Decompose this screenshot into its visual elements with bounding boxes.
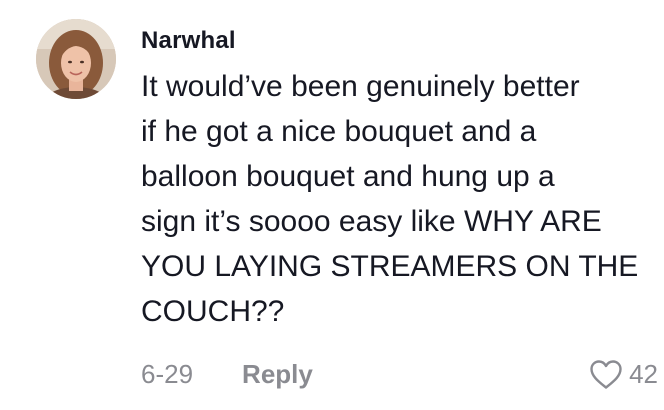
comment-text-line: if he got a nice bouquet and a	[141, 115, 537, 148]
comment-text-line: COUCH??	[141, 295, 285, 328]
avatar[interactable]	[36, 19, 116, 99]
comment-text-line: sign it’s soooo easy like WHY ARE	[141, 205, 602, 238]
comment-date: 6-29	[141, 358, 194, 389]
comment-text-line: balloon bouquet and hung up a	[141, 160, 555, 193]
comment-meta: 6-29 Reply 42	[141, 356, 664, 392]
like-count: 42	[629, 358, 658, 389]
comment-text-line: It would’ve been genuinely better	[141, 70, 580, 103]
heart-outline-icon	[590, 359, 622, 389]
comment-text: It would’ve been genuinely better if he g…	[141, 64, 651, 334]
reply-button[interactable]: Reply	[242, 359, 313, 390]
comment-item: Narwhal It would’ve been genuinely bette…	[0, 0, 664, 410]
comment-body: Narwhal It would’ve been genuinely bette…	[141, 26, 651, 334]
comment-text-line: YOU LAYING STREAMERS ON THE	[141, 250, 639, 283]
like-button[interactable]: 42	[589, 356, 658, 392]
avatar-photo	[36, 19, 116, 99]
username[interactable]: Narwhal	[141, 26, 651, 56]
